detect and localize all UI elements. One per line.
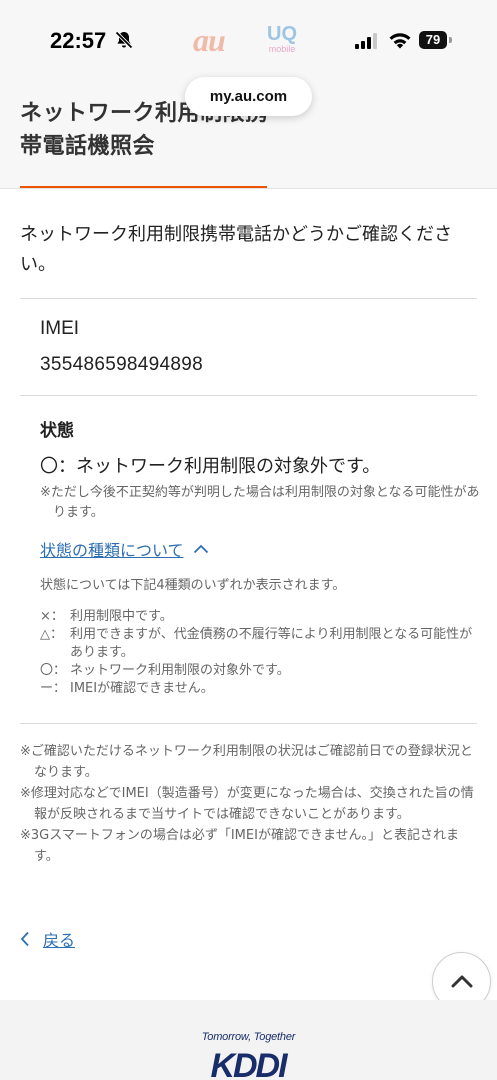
signal-icon <box>355 33 377 49</box>
back-link[interactable]: 戻る <box>20 927 75 951</box>
status-bar: 22:57 au UQ mobile 79 <box>0 0 497 80</box>
imei-label: IMEI <box>40 318 80 339</box>
footnotes: ※ご確認いただけるネットワーク利用制限の状況はご確認前日での登録状況となります。… <box>20 741 480 867</box>
uq-logo-text: UQ <box>267 23 297 45</box>
list-item: ー： IMEIが確認できません。 <box>40 680 480 698</box>
status-note: ※ただし今後不正契約等が判明した場合は利用制限の対象となる可能性があります。 <box>40 485 480 520</box>
chevron-up-icon <box>451 975 473 988</box>
footer: Tomorrow, Together KDDI <box>0 1000 497 1080</box>
header-divider <box>0 188 497 189</box>
status-types-list: ×： 利用制限中です。 △： 利用できますが、代金債務の不履行等により利用制限と… <box>40 608 480 698</box>
status-description: IMEIが確認できません。 <box>70 681 214 696</box>
au-logo: au <box>193 22 226 58</box>
status-description: ネットワーク利用制限の対象外です。 <box>70 663 290 678</box>
imei-value: 355486598494898 <box>40 354 204 375</box>
status-value: 〇：ネットワーク利用制限の対象外です。 <box>40 456 381 477</box>
list-item: 〇： ネットワーク利用制限の対象外です。 <box>40 662 480 680</box>
kddi-logo[interactable]: KDDI <box>196 1046 300 1080</box>
battery-icon: 79 <box>419 31 447 49</box>
divider <box>20 395 477 396</box>
divider <box>20 298 477 299</box>
list-item: ×： 利用制限中です。 <box>40 608 480 626</box>
url-bar[interactable]: my.au.com <box>185 77 312 116</box>
footnote: ※3Gスマートフォンの場合は必ず「IMEIが確認できません。」と表記されます。 <box>20 828 460 864</box>
clock: 22:57 <box>50 28 107 53</box>
status-types-link-label: 状態の種類について <box>40 541 184 560</box>
status-symbol: 〇： <box>40 663 67 678</box>
status-symbol: ー： <box>40 681 67 696</box>
status-label: 状態 <box>40 421 74 441</box>
wifi-icon <box>389 33 411 49</box>
footer-tagline: Tomorrow, Together <box>201 1031 296 1043</box>
chevron-left-icon <box>20 931 29 947</box>
battery-tip <box>449 37 452 43</box>
status-types-toggle[interactable]: 状態の種類について <box>40 537 209 561</box>
chevron-up-icon <box>193 544 208 554</box>
uq-logo-subtext: mobile <box>268 44 296 54</box>
status-description: 利用できますが、代金債務の不履行等により利用制限となる可能性があります。 <box>70 627 473 660</box>
bell-off-icon <box>115 31 133 49</box>
list-item: △： 利用できますが、代金債務の不履行等により利用制限となる可能性があります。 <box>40 626 480 662</box>
status-types-intro: 状態については下記4種類のいずれか表示されます。 <box>40 578 346 593</box>
status-symbol: ×： <box>40 609 64 624</box>
divider <box>20 723 477 724</box>
status-description: 利用制限中です。 <box>70 609 173 624</box>
intro-text: ネットワーク利用制限携帯電話かどうかご確認ください。 <box>20 224 452 275</box>
back-link-label: 戻る <box>43 931 76 950</box>
footnote: ※修理対応などでIMEI（製造番号）が変更になった場合は、交換された旨の情報が反… <box>20 786 474 822</box>
footnote: ※ご確認いただけるネットワーク利用制限の状況はご確認前日での登録状況となります。 <box>20 744 473 780</box>
uq-mobile-logo: UQ mobile <box>262 24 302 54</box>
status-symbol: △： <box>40 627 63 642</box>
